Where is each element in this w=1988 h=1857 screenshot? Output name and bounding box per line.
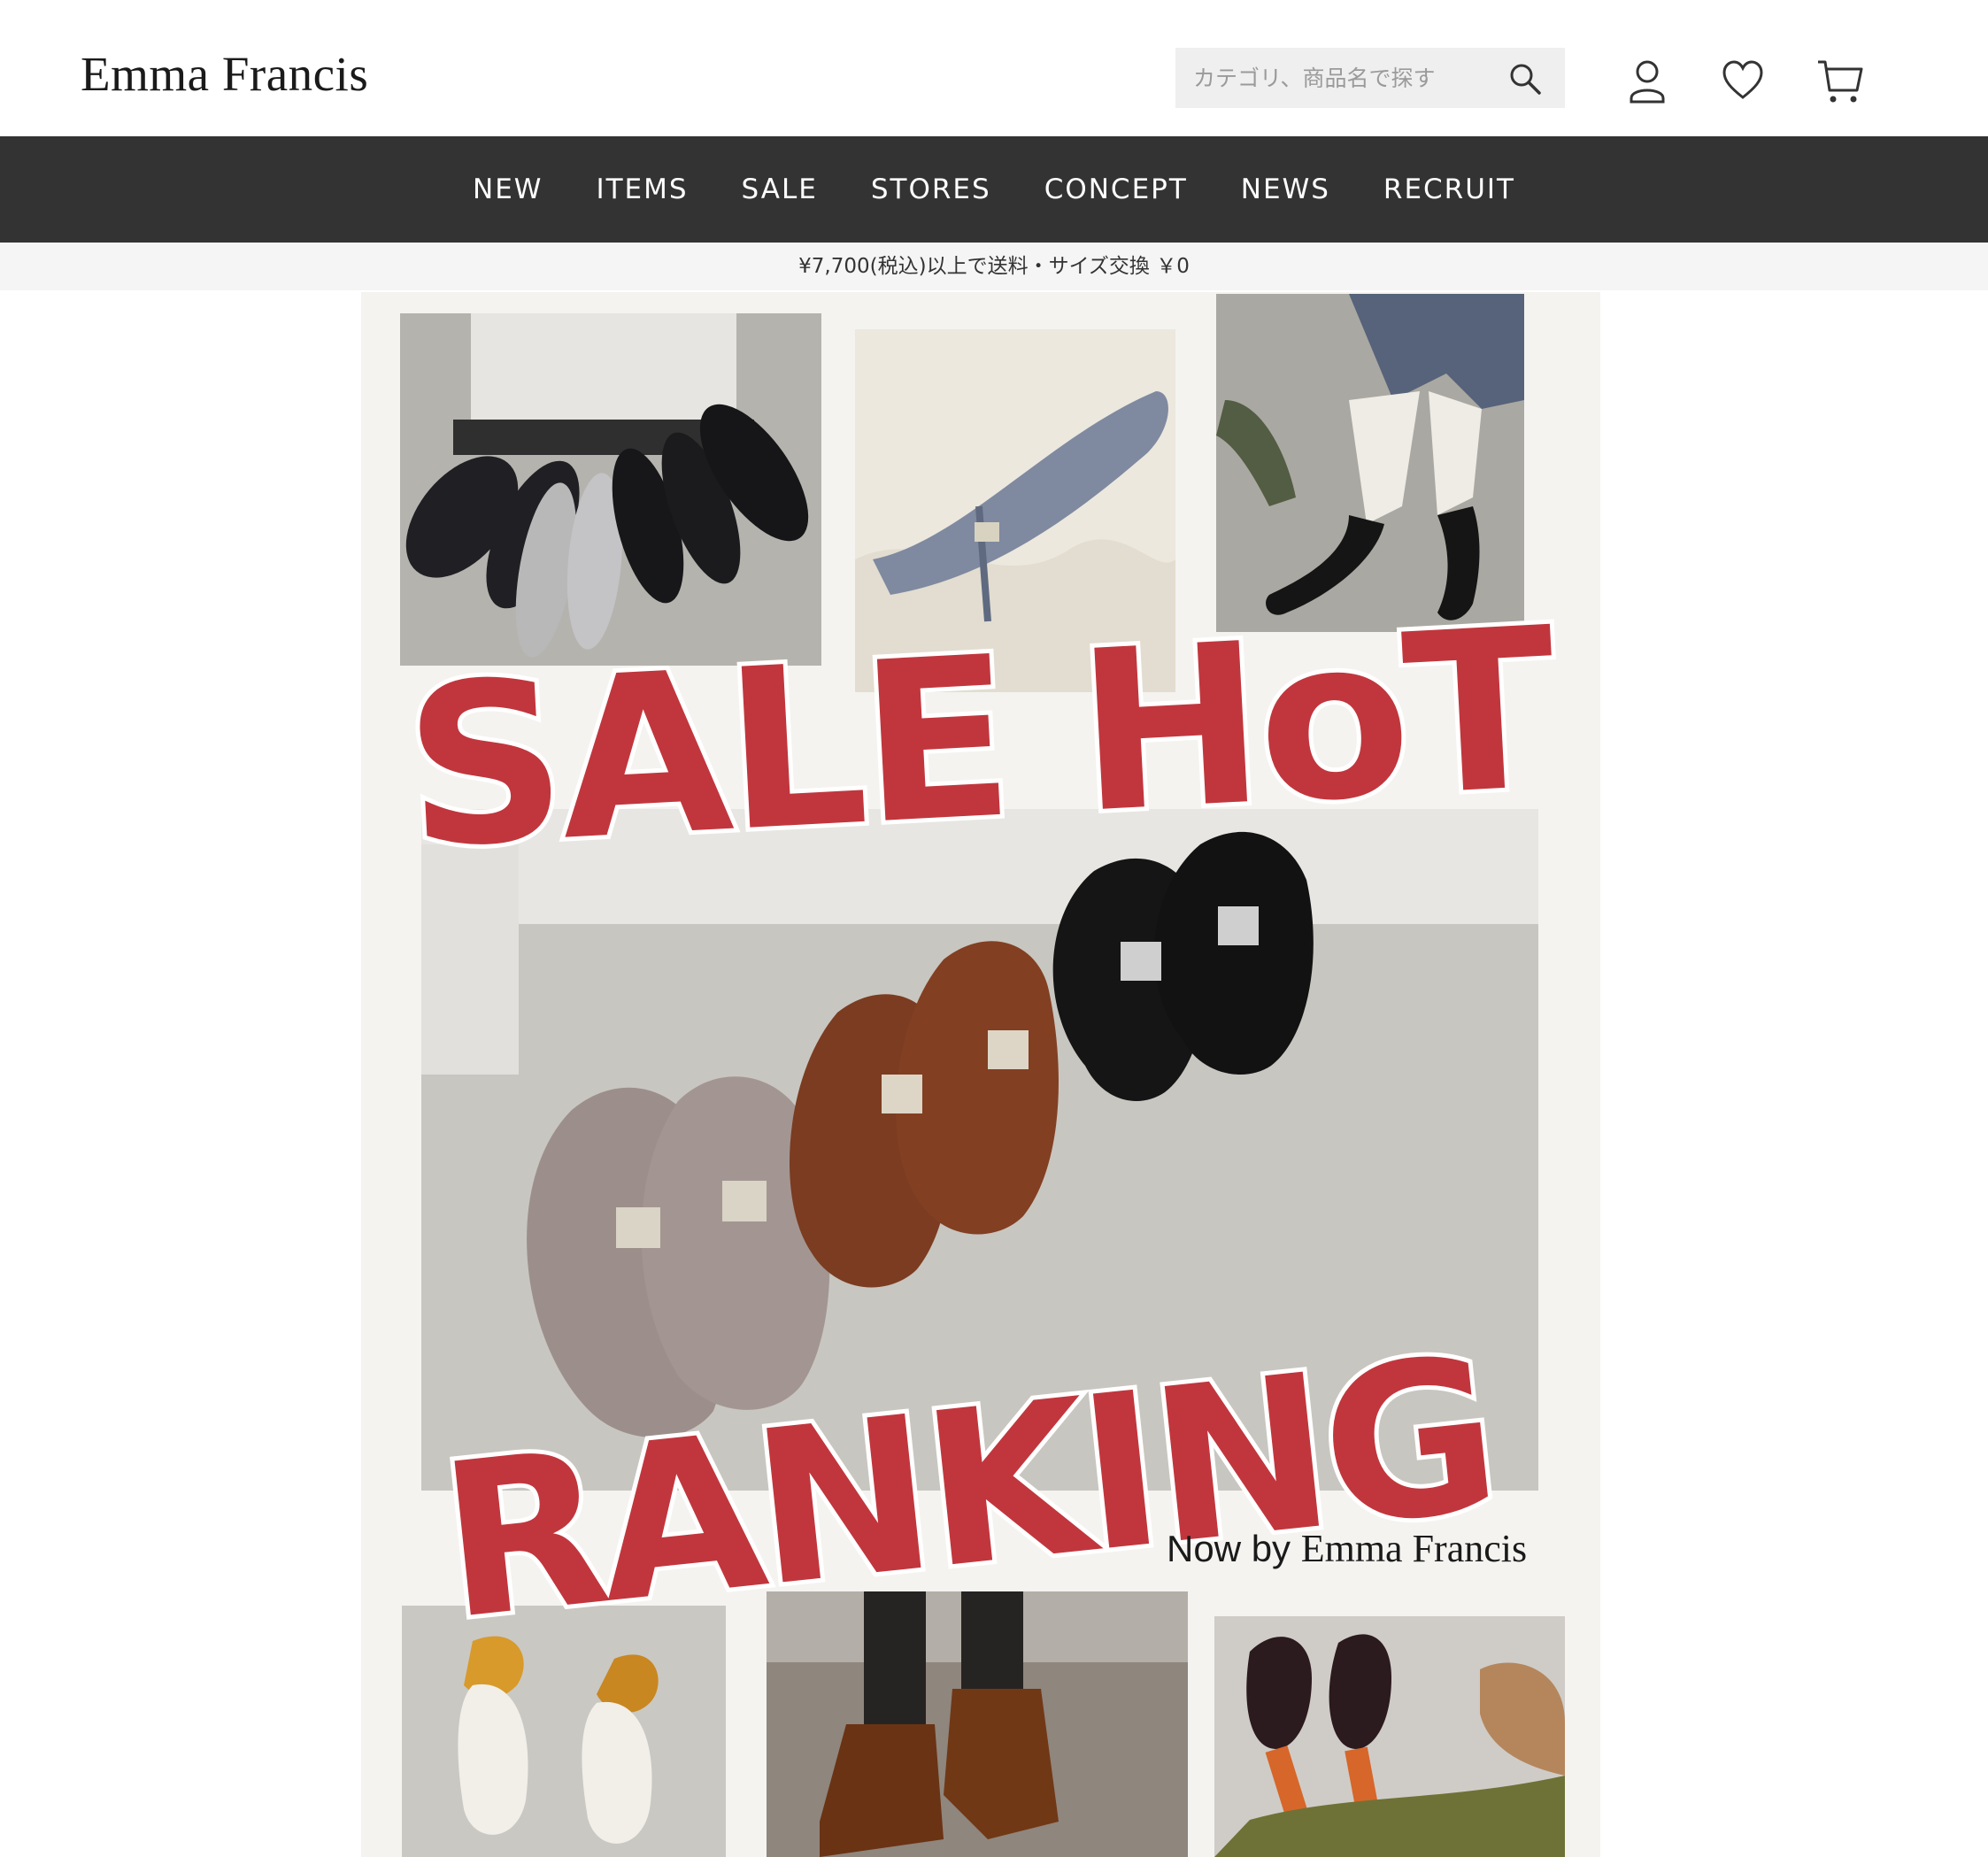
photo-green-pumps bbox=[1216, 294, 1524, 632]
nav-item-recruit[interactable]: RECRUIT bbox=[1383, 173, 1515, 205]
nav-item-items[interactable]: ITEMS bbox=[596, 173, 688, 205]
nav-item-sale[interactable]: SALE bbox=[742, 173, 818, 205]
cart-icon[interactable] bbox=[1816, 58, 1864, 104]
photo-tstrap-shoes bbox=[1214, 1616, 1565, 1857]
nav-item-new[interactable]: NEW bbox=[473, 173, 543, 205]
nav-item-news[interactable]: NEWS bbox=[1241, 173, 1330, 205]
headline-sale-hot: SALE HoT bbox=[395, 575, 1561, 901]
sale-ranking-banner[interactable]: SALE HoT RANKING Now by Emma Francis bbox=[361, 292, 1600, 1857]
heart-icon[interactable] bbox=[1722, 58, 1764, 104]
photo-brown-boots bbox=[767, 1591, 1188, 1857]
photo-loafers-lineup bbox=[400, 313, 821, 666]
byline-prefix: Now by bbox=[1167, 1528, 1291, 1569]
search-icon[interactable] bbox=[1508, 62, 1542, 96]
main-nav: NEW ITEMS SALE STORES CONCEPT NEWS RECRU… bbox=[0, 136, 1988, 243]
byline-brand: Emma Francis bbox=[1300, 1527, 1528, 1570]
search-bar bbox=[1175, 48, 1565, 108]
banner-byline: Now by Emma Francis bbox=[1167, 1526, 1527, 1571]
shipping-notice: ¥7,700(税込)以上で送料・サイズ交換 ￥0 bbox=[0, 243, 1988, 290]
nav-item-stores[interactable]: STORES bbox=[871, 173, 991, 205]
nav-item-concept[interactable]: CONCEPT bbox=[1044, 173, 1188, 205]
user-icon[interactable] bbox=[1627, 58, 1668, 104]
site-header: Emma Francis bbox=[0, 0, 1988, 136]
search-input[interactable] bbox=[1193, 65, 1512, 91]
site-logo[interactable]: Emma Francis bbox=[81, 46, 368, 102]
